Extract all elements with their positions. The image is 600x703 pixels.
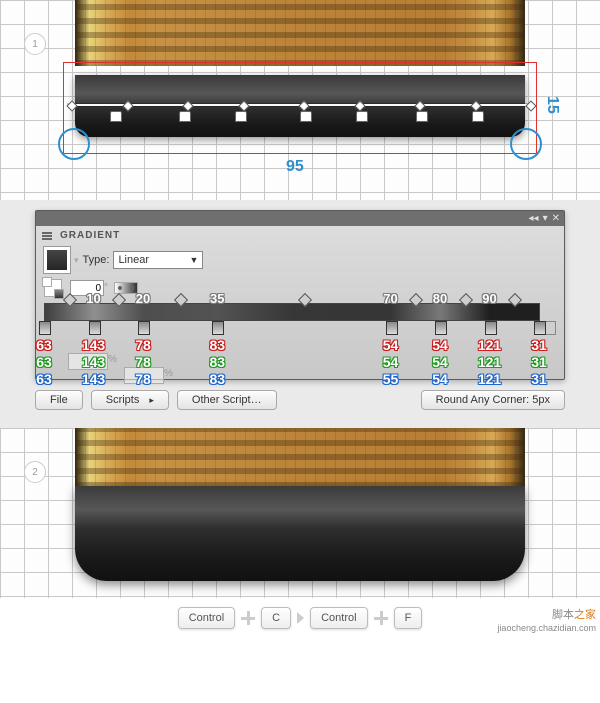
stop-rgb-values: 545455 (383, 337, 399, 388)
stop-rgb-values: 143143143 (82, 337, 105, 388)
gradient-fill-swatch[interactable] (44, 247, 70, 273)
gradient-color-stop[interactable] (39, 321, 51, 335)
chevron-down-icon: ▼ (190, 255, 199, 265)
gradient-type-dropdown[interactable]: Linear ▼ (113, 251, 203, 269)
stop-rgb-values: 313131 (531, 337, 547, 388)
gradient-color-stop[interactable] (534, 321, 546, 335)
file-menu-button[interactable]: File (35, 390, 83, 410)
stop-position-label: 90 (482, 291, 496, 306)
width-dimension-label: 95 (286, 158, 304, 176)
stop-position-label: 20 (136, 291, 150, 306)
stop-rgb-values: 787878 (135, 337, 151, 388)
gradient-color-stop[interactable] (138, 321, 150, 335)
stop-position-label: 35 (210, 291, 224, 306)
stop-position-label: 70 (383, 291, 397, 306)
panel-options-icon[interactable] (42, 232, 52, 240)
then-icon (297, 612, 304, 624)
gradient-color-stop[interactable] (89, 321, 101, 335)
panel-close-icon[interactable]: ✕ (552, 213, 560, 224)
gradient-color-stop[interactable] (435, 321, 447, 335)
gradient-panel: ◂◂ ▾ ✕ GRADIENT ▾ Type: Linear ▼ ° (35, 210, 565, 380)
stop-position-label: 80 (433, 291, 447, 306)
scripts-menu-button[interactable]: Scripts ▸ (91, 390, 169, 410)
step-badge-1: 1 (24, 33, 46, 55)
stop-rgb-values: 838383 (209, 337, 225, 388)
submenu-arrow-icon: ▸ (149, 395, 154, 406)
stop-rgb-values: 636363 (36, 337, 52, 388)
round-any-corner-button[interactable]: Round Any Corner: 5px (421, 390, 565, 410)
gradient-color-stop[interactable] (386, 321, 398, 335)
step-badge-2: 2 (24, 461, 46, 483)
key-f: F (394, 607, 423, 629)
other-script-button[interactable]: Other Script… (177, 390, 277, 410)
stop-position-label: 10 (86, 291, 100, 306)
gradient-color-stop[interactable] (485, 321, 497, 335)
panel-collapse-icon[interactable]: ◂◂ (529, 213, 539, 224)
type-label: Type: (83, 254, 110, 266)
gradient-origin-handle-circle (58, 128, 90, 160)
panel-menu-icon[interactable]: ▾ (543, 213, 548, 224)
reverse-gradient-icon[interactable] (114, 282, 138, 294)
canvas-step-1: 1 95 15 (0, 0, 600, 200)
keyboard-shortcut-hint: Control C Control F 脚本之家 jiaocheng.chazi… (0, 598, 600, 637)
gradient-tab[interactable]: GRADIENT (60, 230, 120, 241)
plus-icon (241, 611, 255, 625)
artwork-wood-band-2 (75, 428, 525, 488)
stop-rgb-values: 545454 (432, 337, 448, 388)
key-control-1: Control (178, 607, 235, 629)
key-c: C (261, 607, 291, 629)
stroke-fill-toggle[interactable] (44, 279, 62, 297)
panel-titlebar[interactable]: ◂◂ ▾ ✕ (36, 211, 564, 226)
stop-rgb-values: 121121121 (478, 337, 501, 388)
gradient-ramp[interactable]: Opacity: % % 102035708090636363143143143… (44, 303, 556, 319)
plus-icon-2 (374, 611, 388, 625)
gradient-color-stop[interactable] (212, 321, 224, 335)
watermark: 脚本之家 jiaocheng.chazidian.com (497, 609, 596, 635)
artwork-metal-bar-rounded[interactable] (75, 486, 525, 581)
artwork-wood-band (75, 0, 525, 66)
height-dimension-label: 15 (543, 96, 561, 114)
key-control-2: Control (310, 607, 367, 629)
gradient-end-handle-circle (510, 128, 542, 160)
gradient-annotator-line[interactable] (68, 104, 532, 106)
canvas-step-2: 2 (0, 428, 600, 598)
